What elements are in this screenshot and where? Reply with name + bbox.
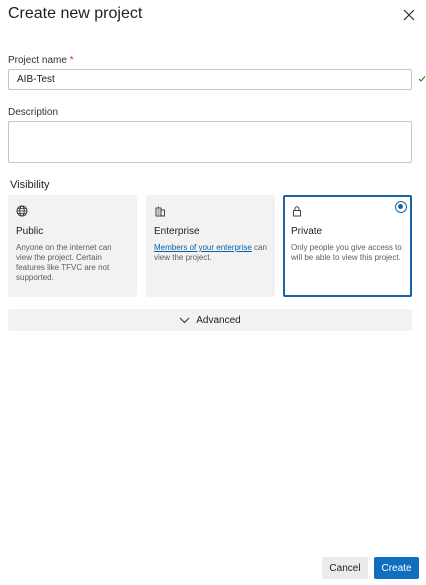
cancel-button[interactable]: Cancel [322, 557, 368, 579]
private-title: Private [291, 226, 323, 237]
public-title: Public [16, 226, 44, 237]
dialog-title: Create new project [8, 5, 143, 22]
project-name-input[interactable] [8, 69, 412, 90]
create-button[interactable]: Create [374, 557, 419, 579]
public-description: Anyone on the internet can view the proj… [16, 243, 112, 282]
enterprise-description: Members of your enterprise can view the … [154, 243, 267, 263]
description-textarea[interactable] [8, 121, 412, 163]
checkmark-icon [418, 76, 426, 82]
building-icon [155, 206, 165, 217]
visibility-title: Visibility [10, 179, 50, 191]
globe-icon [16, 205, 28, 217]
required-mark: * [69, 55, 74, 66]
members-link[interactable]: Members of your enterprise [154, 243, 252, 252]
private-description: Only people you give access to will be a… [291, 243, 402, 262]
visibility-option-public[interactable]: Public Anyone on the internet can view t… [8, 195, 137, 297]
visibility-option-enterprise[interactable]: Enterprise Members of your enterprise ca… [146, 195, 275, 297]
advanced-label: Advanced [196, 314, 241, 326]
description-label: Description [8, 107, 59, 118]
close-button[interactable] [402, 8, 416, 22]
visibility-option-private[interactable]: Private Only people you give access to w… [283, 195, 412, 297]
private-radio-selected[interactable] [395, 201, 407, 213]
project-name-label: Project name * [8, 55, 74, 66]
advanced-toggle[interactable]: Advanced [8, 309, 412, 331]
lock-icon [293, 206, 301, 217]
chevron-down-icon [179, 317, 190, 323]
close-icon [403, 9, 415, 21]
enterprise-title: Enterprise [154, 226, 200, 237]
project-name-label-text: Project name [8, 55, 67, 66]
